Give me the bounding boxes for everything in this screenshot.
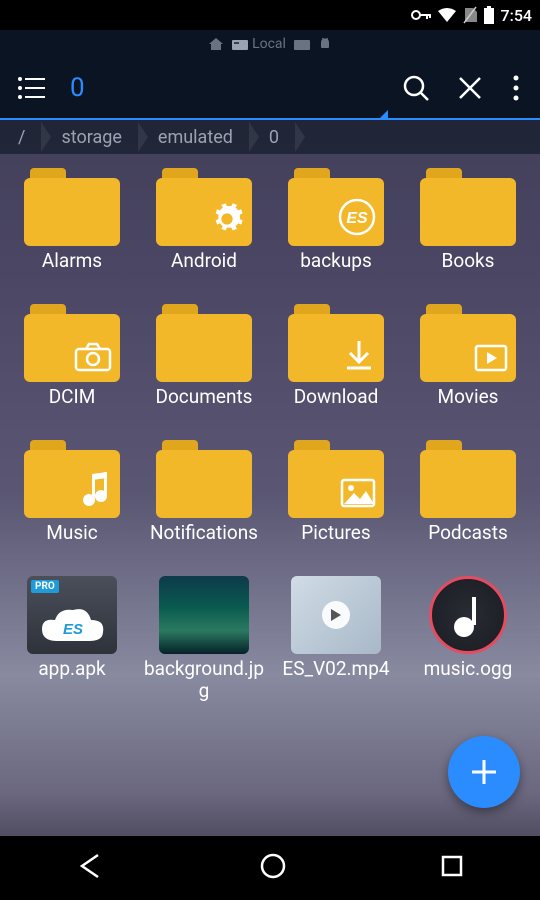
- file-grid: Alarms Android ES backups Books DCIM Documents…: [0, 154, 540, 714]
- breadcrumb-0[interactable]: 0: [251, 120, 297, 154]
- grid-item[interactable]: ES backups: [272, 166, 400, 294]
- item-label: Movies: [436, 386, 501, 430]
- image-icon: [340, 478, 376, 512]
- es-icon: ES: [338, 198, 376, 240]
- music-icon: [80, 472, 112, 512]
- device-tab-icon[interactable]: [294, 38, 310, 50]
- grid-item[interactable]: Music: [8, 438, 136, 566]
- download-icon: [342, 338, 376, 376]
- item-label: Notifications: [148, 522, 260, 566]
- item-label: Pictures: [299, 522, 372, 566]
- home-button[interactable]: [259, 852, 287, 884]
- grid-item[interactable]: Documents: [140, 302, 268, 430]
- folder-icon: [286, 302, 386, 384]
- item-label: Android: [169, 250, 239, 294]
- window-tab-strip: Local: [0, 30, 540, 58]
- audio-icon: [429, 576, 507, 654]
- battery-icon: [483, 6, 495, 24]
- dropdown-indicator-icon: [378, 110, 388, 120]
- path-dropdown[interactable]: 0: [70, 73, 85, 103]
- pro-badge: PRO: [31, 580, 59, 593]
- file-thumb: [154, 574, 254, 656]
- folder-icon: [22, 438, 122, 520]
- folder-icon: [154, 166, 254, 248]
- folder-icon: [418, 438, 518, 520]
- grid-item[interactable]: background.jpg: [140, 574, 268, 702]
- grid-item[interactable]: Books: [404, 166, 532, 294]
- play-icon: [474, 344, 508, 376]
- grid-item[interactable]: Download: [272, 302, 400, 430]
- overflow-menu-button[interactable]: [502, 66, 530, 110]
- grid-item[interactable]: music.ogg: [404, 574, 532, 702]
- svg-text:ES: ES: [63, 621, 83, 638]
- grid-item[interactable]: ES_V02.mp4: [272, 574, 400, 702]
- item-label: backups: [298, 250, 374, 294]
- system-nav-bar: [0, 836, 540, 900]
- item-label: Podcasts: [426, 522, 510, 566]
- local-tab-label: Local: [252, 36, 286, 52]
- vpn-key-icon: [411, 8, 431, 22]
- folder-icon: [22, 166, 122, 248]
- item-label: ES_V02.mp4: [280, 658, 391, 702]
- back-button[interactable]: [76, 851, 106, 885]
- search-button[interactable]: [394, 66, 438, 110]
- breadcrumb-storage[interactable]: storage: [43, 120, 139, 154]
- grid-item[interactable]: Podcasts: [404, 438, 532, 566]
- item-label: DCIM: [47, 386, 98, 430]
- home-tab-icon[interactable]: [208, 37, 224, 51]
- camera-icon: [74, 342, 112, 376]
- folder-icon: [418, 302, 518, 384]
- svg-text:ES: ES: [346, 210, 368, 227]
- grid-item[interactable]: Alarms: [8, 166, 136, 294]
- file-thumb: PRO ES: [22, 574, 122, 656]
- item-label: music.ogg: [422, 658, 515, 702]
- no-sim-icon: [463, 6, 477, 24]
- app-toolbar: 0: [0, 58, 540, 120]
- grid-item[interactable]: Notifications: [140, 438, 268, 566]
- status-time: 7:54: [501, 6, 533, 25]
- item-label: Download: [292, 386, 381, 430]
- grid-item[interactable]: Android: [140, 166, 268, 294]
- plus-icon: [467, 755, 501, 789]
- item-label: background.jpg: [140, 658, 268, 702]
- breadcrumb-root[interactable]: /: [0, 120, 43, 154]
- recents-button[interactable]: [440, 854, 464, 882]
- grid-item[interactable]: DCIM: [8, 302, 136, 430]
- folder-icon: [154, 302, 254, 384]
- file-thumb: [286, 574, 386, 656]
- menu-list-button[interactable]: [10, 66, 54, 110]
- folder-icon: ES: [286, 166, 386, 248]
- item-label: Alarms: [40, 250, 104, 294]
- item-label: Books: [440, 250, 497, 294]
- grid-item[interactable]: Pictures: [272, 438, 400, 566]
- breadcrumb: / storage emulated 0: [0, 120, 540, 154]
- breadcrumb-emulated[interactable]: emulated: [140, 120, 251, 154]
- wifi-icon: [437, 7, 457, 23]
- folder-icon: [22, 302, 122, 384]
- android-tab-icon[interactable]: [318, 37, 332, 51]
- grid-item[interactable]: Movies: [404, 302, 532, 430]
- file-thumb: [418, 574, 518, 656]
- item-label: Documents: [154, 386, 255, 430]
- add-fab[interactable]: [448, 736, 520, 808]
- local-tab[interactable]: Local: [232, 36, 286, 52]
- play-icon: [322, 601, 350, 629]
- folder-icon: [418, 166, 518, 248]
- close-button[interactable]: [448, 66, 492, 110]
- gear-icon: [210, 202, 244, 240]
- item-label: app.apk: [36, 658, 107, 702]
- grid-item[interactable]: PRO ES app.apk: [8, 574, 136, 702]
- folder-icon: [154, 438, 254, 520]
- status-bar: 7:54: [0, 0, 540, 30]
- item-label: Music: [44, 522, 99, 566]
- folder-icon: [286, 438, 386, 520]
